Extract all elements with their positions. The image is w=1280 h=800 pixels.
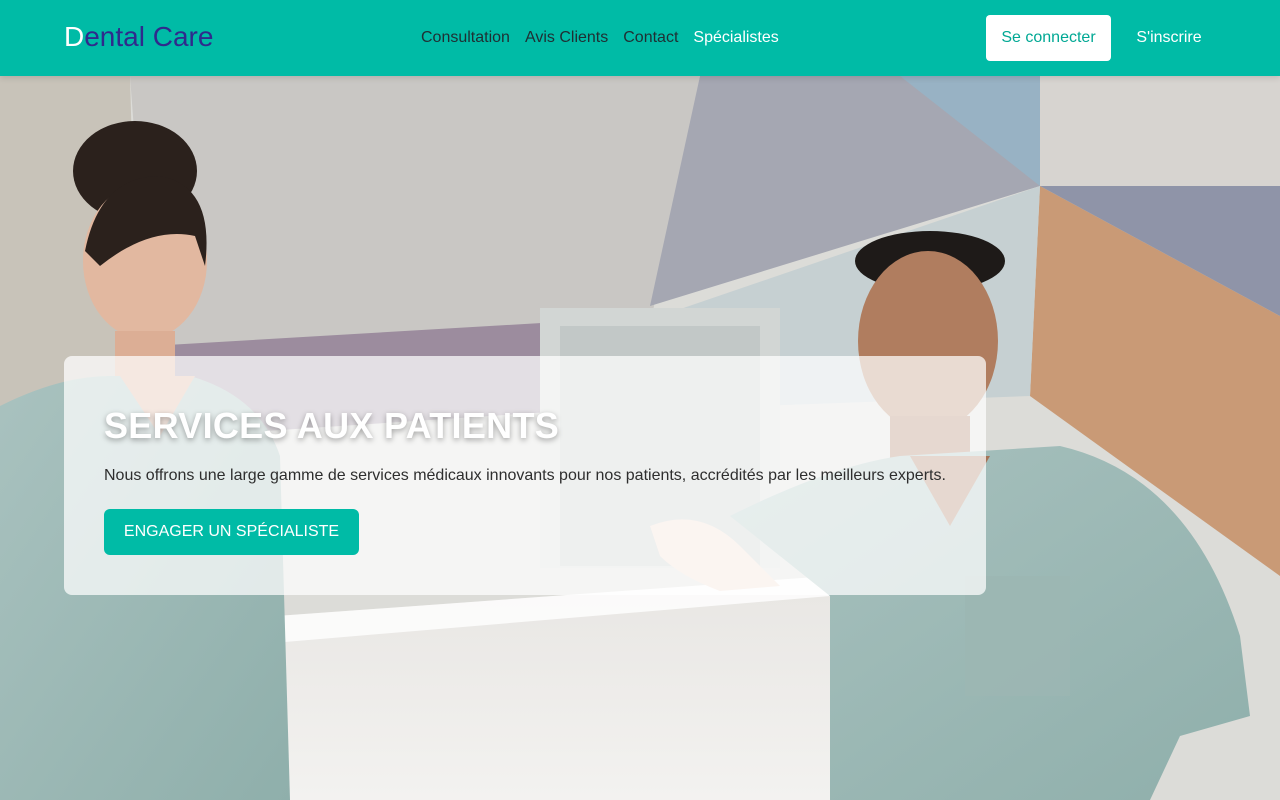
hero-title: SERVICES AUX PATIENTS [104, 405, 560, 446]
site-header: Dental Care Consultation Avis Clients Co… [0, 0, 1280, 76]
brand-name: ental Care [84, 21, 214, 52]
main-nav: Consultation Avis Clients Contact Spécia… [421, 28, 779, 48]
nav-specialistes[interactable]: Spécialistes [693, 28, 778, 48]
brand-first-letter: D [64, 21, 85, 52]
brand-logo[interactable]: Dental Care [64, 20, 213, 54]
hire-specialist-button[interactable]: ENGAGER UN SPÉCIALISTE [104, 509, 359, 555]
nav-consultation[interactable]: Consultation [421, 28, 510, 48]
login-button[interactable]: Se connecter [986, 15, 1111, 61]
hero-description: Nous offrons une large gamme de services… [104, 467, 946, 484]
nav-contact[interactable]: Contact [623, 28, 678, 48]
hero-card: SERVICES AUX PATIENTS Nous offrons une l… [64, 356, 986, 595]
nav-avis-clients[interactable]: Avis Clients [525, 28, 608, 48]
signup-button[interactable]: S'inscrire [1124, 15, 1214, 61]
